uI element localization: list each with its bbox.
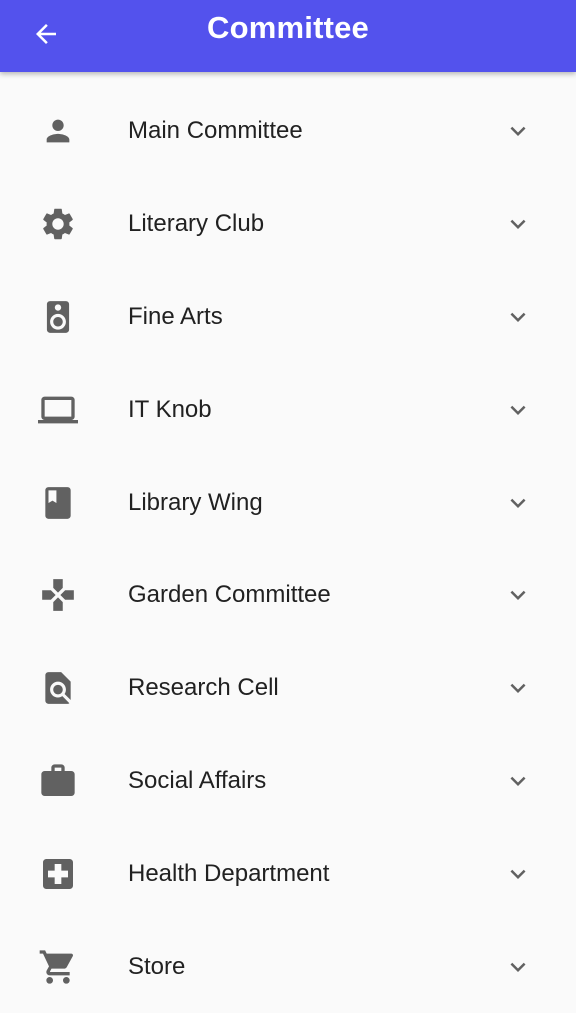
laptop-icon <box>38 390 78 430</box>
app-bar: Committee <box>0 0 576 72</box>
committee-item-label: Garden Committee <box>128 581 331 609</box>
committee-item-library-wing[interactable]: Library Wing <box>0 456 576 549</box>
person-icon <box>38 111 78 151</box>
committee-item-garden-committee[interactable]: Garden Committee <box>0 549 576 642</box>
committee-item-label: Literary Club <box>128 210 265 238</box>
committee-item-social-affairs[interactable]: Social Affairs <box>0 735 576 828</box>
chevron-down-icon[interactable] <box>503 766 533 796</box>
committee-item-label: Research Cell <box>128 674 279 702</box>
committee-item-research-cell[interactable]: Research Cell <box>0 642 576 735</box>
chevron-down-icon[interactable] <box>503 395 533 425</box>
committee-item-fine-arts[interactable]: Fine Arts <box>0 271 576 364</box>
committee-item-label: Fine Arts <box>128 302 223 330</box>
find-in-page-icon <box>38 668 78 708</box>
committee-item-label: IT Knob <box>128 395 212 423</box>
committee-item-label: Store <box>128 952 186 980</box>
committee-item-label: Social Affairs <box>128 766 267 794</box>
chevron-down-icon[interactable] <box>503 302 533 332</box>
book-icon <box>38 483 78 523</box>
gear-icon <box>38 204 78 244</box>
chevron-down-icon[interactable] <box>503 209 533 239</box>
committee-item-health-department[interactable]: Health Department <box>0 827 576 920</box>
committee-item-main-committee[interactable]: Main Committee <box>0 85 576 178</box>
chevron-down-icon[interactable] <box>503 952 533 982</box>
chevron-down-icon[interactable] <box>503 488 533 518</box>
shopping-cart-icon <box>38 947 78 987</box>
chevron-down-icon[interactable] <box>503 116 533 146</box>
briefcase-icon <box>38 761 78 801</box>
committee-item-it-knob[interactable]: IT Knob <box>0 363 576 456</box>
committee-list: Main Committee Literary Club Fine Arts I… <box>0 85 576 1013</box>
committee-item-literary-club[interactable]: Literary Club <box>0 178 576 271</box>
committee-item-label: Library Wing <box>128 488 263 516</box>
chevron-down-icon[interactable] <box>503 859 533 889</box>
committee-item-label: Health Department <box>128 859 330 887</box>
page-title: Committee <box>207 10 369 45</box>
chevron-down-icon[interactable] <box>503 580 533 610</box>
committee-item-label: Main Committee <box>128 117 303 145</box>
gamepad-icon <box>38 575 78 615</box>
medical-plus-icon <box>38 854 78 894</box>
chevron-down-icon[interactable] <box>503 673 533 703</box>
committee-item-store[interactable]: Store <box>0 920 576 1013</box>
speaker-icon <box>38 297 78 337</box>
